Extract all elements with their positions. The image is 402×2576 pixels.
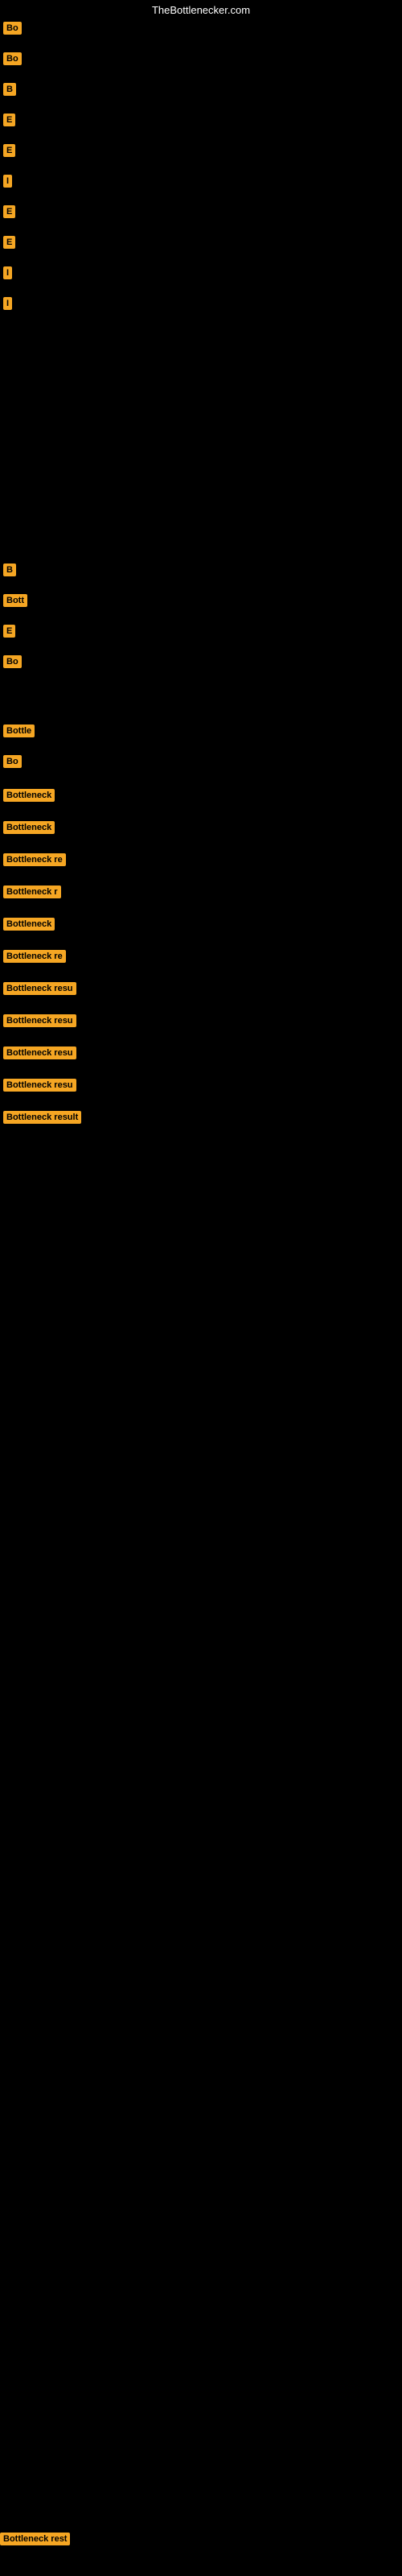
label-23: Bottleneck resu xyxy=(3,982,76,995)
label-7: E xyxy=(3,205,15,218)
label-9: I xyxy=(3,266,12,279)
label-25: Bottleneck resu xyxy=(3,1046,76,1059)
label-22: Bottleneck re xyxy=(3,950,66,963)
label-27: Bottleneck result xyxy=(3,1111,81,1124)
label-20: Bottleneck r xyxy=(3,886,61,898)
label-12: Bott xyxy=(3,594,27,607)
label-19: Bottleneck re xyxy=(3,853,66,866)
label-1: Bo xyxy=(3,22,22,35)
label-28: Bottleneck rest xyxy=(0,2533,70,2545)
label-11: B xyxy=(3,564,16,576)
label-16: Bo xyxy=(3,755,22,768)
label-13: E xyxy=(3,625,15,638)
label-8: E xyxy=(3,236,15,249)
label-18: Bottleneck xyxy=(3,821,55,834)
label-21: Bottleneck xyxy=(3,918,55,931)
label-26: Bottleneck resu xyxy=(3,1079,76,1092)
label-3: B xyxy=(3,83,16,96)
label-14: Bo xyxy=(3,655,22,668)
label-24: Bottleneck resu xyxy=(3,1014,76,1027)
label-17: Bottleneck xyxy=(3,789,55,802)
label-6: I xyxy=(3,175,12,188)
label-5: E xyxy=(3,144,15,157)
label-4: E xyxy=(3,114,15,126)
label-15: Bottle xyxy=(3,724,35,737)
label-2: Bo xyxy=(3,52,22,65)
label-10: I xyxy=(3,297,12,310)
site-title: TheBottlenecker.com xyxy=(152,4,250,16)
